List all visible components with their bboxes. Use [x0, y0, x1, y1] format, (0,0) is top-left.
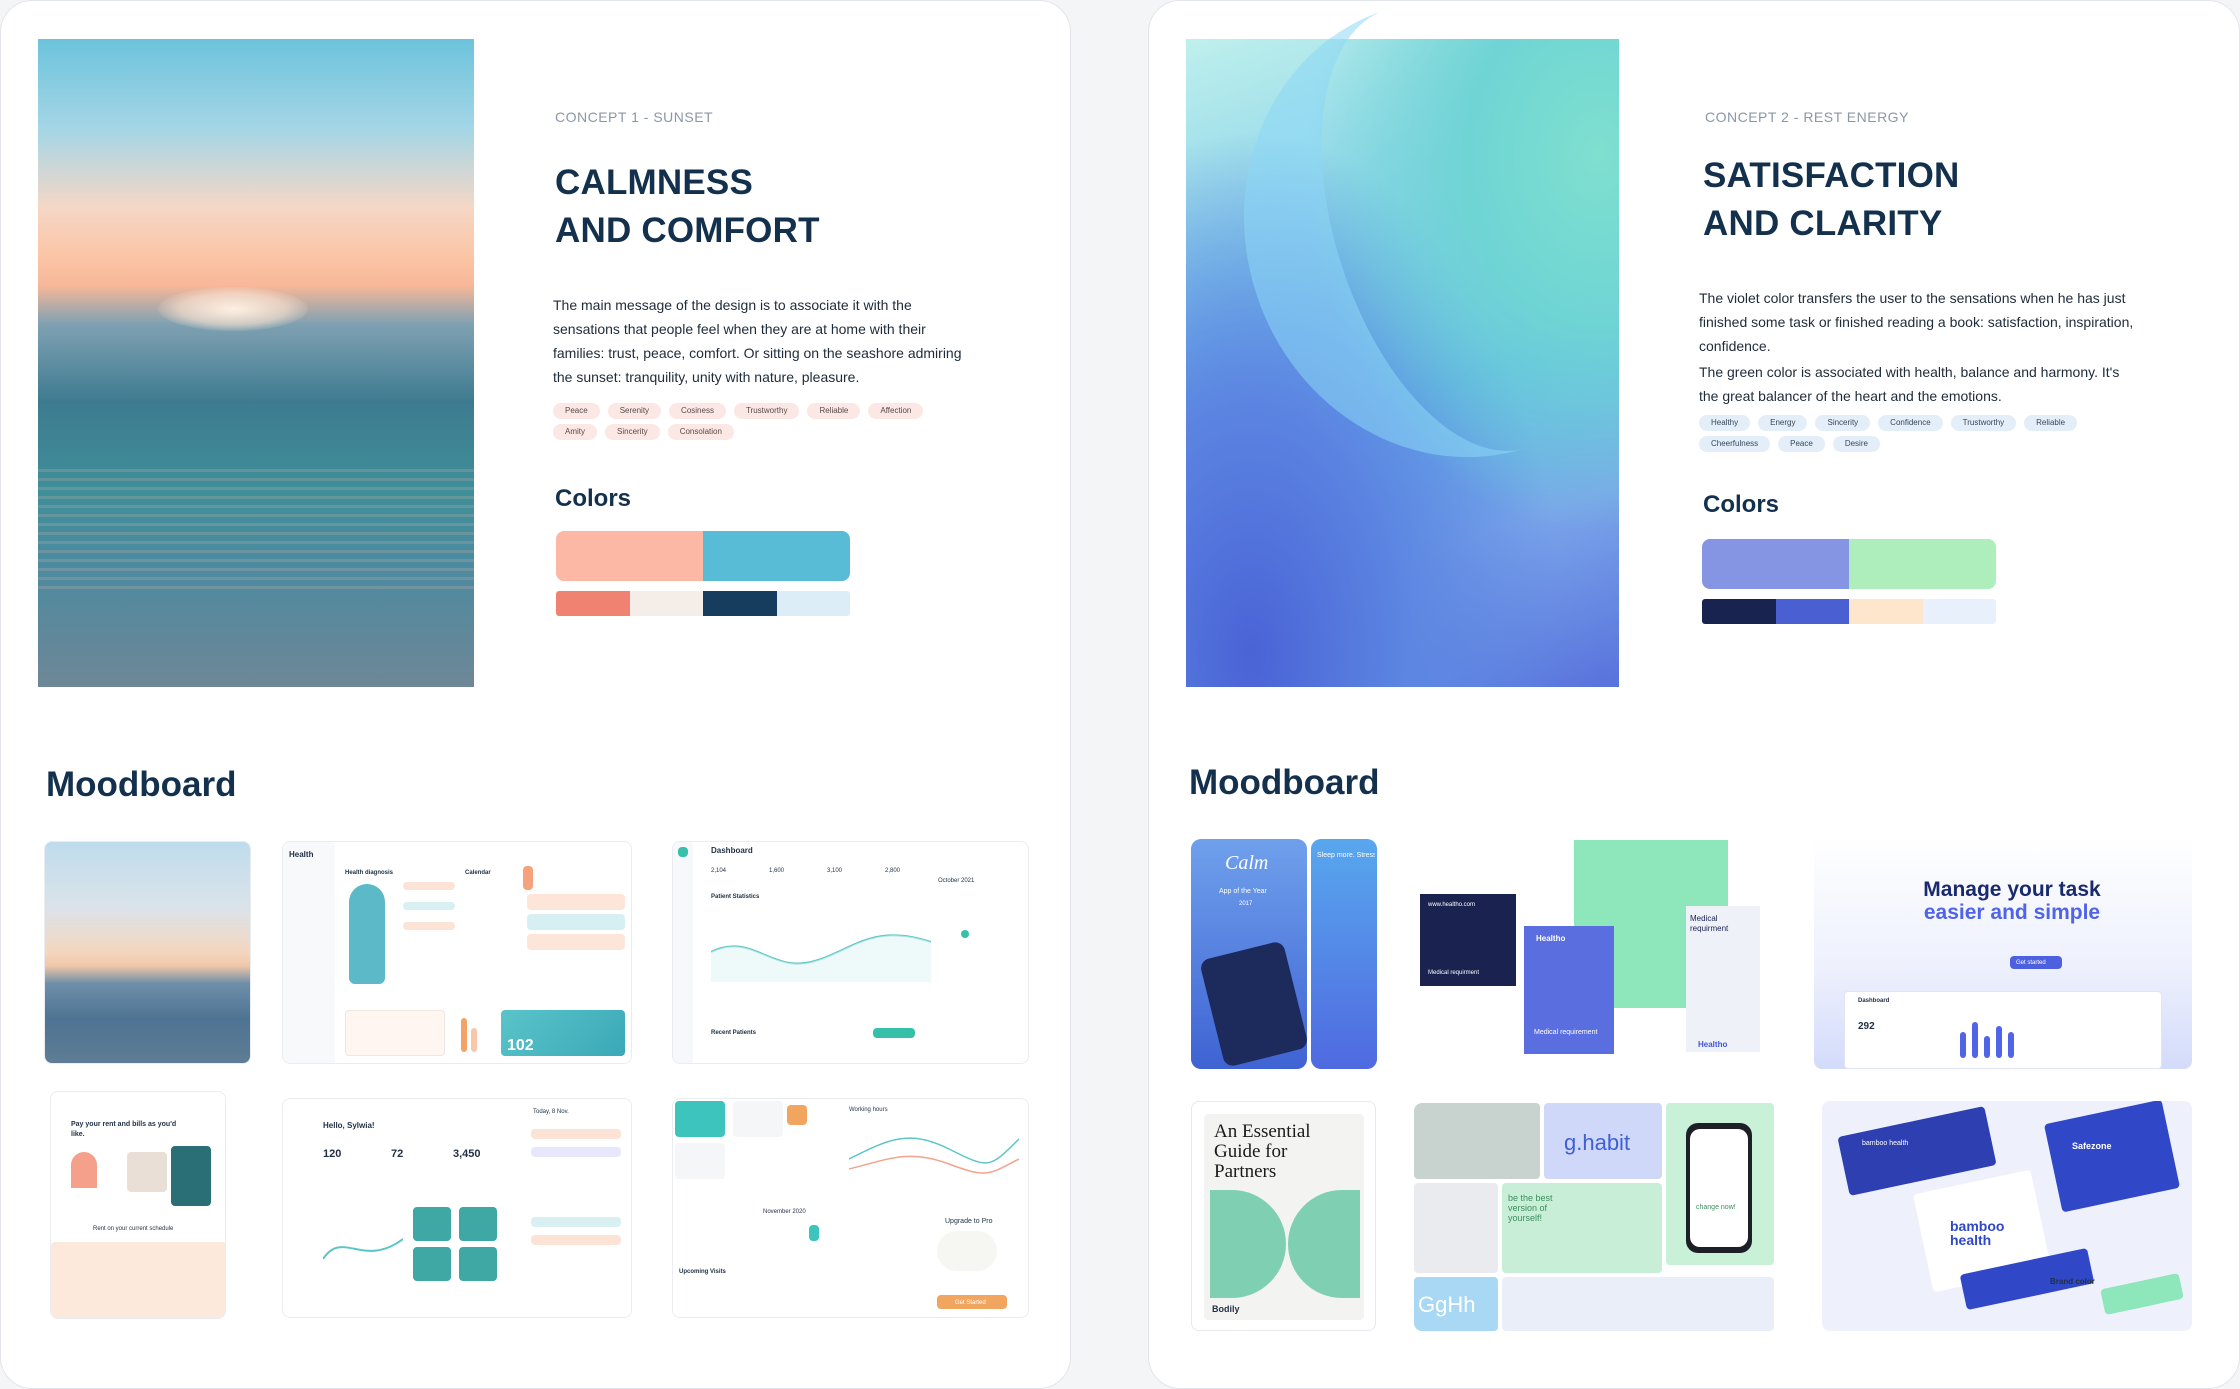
moodboard-title: Moodboard — [1189, 763, 1380, 802]
tag: Trustworthy — [733, 403, 800, 419]
tag: Reliable — [2024, 415, 2078, 431]
color-swatch — [1849, 599, 1923, 624]
colors-title: Colors — [555, 485, 632, 512]
moodboard-rent-landing: Pay your rent and bills as you'd like. R… — [50, 1091, 226, 1319]
color-swatch — [703, 531, 850, 581]
color-swatch — [556, 591, 630, 616]
color-swatch — [1849, 539, 1996, 589]
color-swatch — [629, 591, 703, 616]
moodboard-calm-app: Calm App of the Year 2017 Sleep more. St… — [1191, 839, 1377, 1069]
moodboard-bamboo-health: bamboo health Safezone bamboo health Bra… — [1822, 1101, 2192, 1331]
tag-list: Peace Serenity Cosiness Trustworthy Reliable… — [553, 403, 973, 440]
swirl-shape — [1185, 1, 1727, 513]
moodboard-healtho-brand: www.healtho.com Medical requirment Healt… — [1414, 836, 1774, 1071]
gradient-hero-image — [1185, 1, 1727, 687]
moodboard-ghabit-brand: g.habit change now! be the best version … — [1414, 1103, 1779, 1331]
color-swatch — [556, 531, 703, 581]
concept-description: The violet color transfers the user to t… — [1699, 290, 2134, 404]
tag: Cheerfulness — [1699, 436, 1771, 452]
color-swatch — [1922, 599, 1996, 624]
water-reflection — [38, 469, 474, 589]
tag: Peace — [1778, 436, 1825, 452]
moodboard-task-manager: Manage your task easier and simple Get s… — [1814, 836, 2192, 1069]
tag: Sincerity — [1815, 415, 1871, 431]
tag: Energy — [1758, 415, 1808, 431]
concept-headline: CALMNESS AND COMFORT — [555, 163, 820, 250]
concept-card-rest-energy: CONCEPT 2 - REST ENERGY SATISFACTION AND… — [1148, 0, 2240, 1389]
concept-card-sunset: CONCEPT 1 - SUNSET CALMNESS AND COMFORT … — [0, 0, 1071, 1389]
tag: Sincerity — [605, 424, 660, 440]
concept-headline: SATISFACTION AND CLARITY — [1703, 156, 1960, 243]
color-swatch — [1702, 539, 1849, 589]
concept-label: CONCEPT 1 - SUNSET — [555, 109, 714, 125]
concept-label: CONCEPT 2 - REST ENERGY — [1705, 109, 1909, 125]
color-swatch — [776, 591, 850, 616]
tag: Amity — [553, 424, 597, 440]
primary-palette — [1702, 539, 1996, 589]
colors-title: Colors — [1703, 491, 1780, 518]
patient-line-chart — [711, 934, 931, 982]
moodboard-visits-dashboard: Working hours November 2020 Upcoming Vis… — [672, 1098, 1029, 1318]
tag: Peace — [553, 403, 600, 419]
color-swatch — [1775, 599, 1849, 624]
tag: Affection — [868, 403, 924, 419]
color-swatch — [703, 591, 777, 616]
tag: Serenity — [607, 403, 662, 419]
tag: Cosiness — [669, 403, 726, 419]
tag: Trustworthy — [1950, 415, 2017, 431]
cloud-shape — [158, 287, 308, 331]
moodboard-hello-dashboard: Hello, Sylwia! 120 72 3,450 Today, 8 Nov… — [282, 1098, 632, 1318]
sunset-hero-image — [38, 39, 474, 687]
secondary-palette — [556, 591, 850, 616]
concept-description: The main message of the design is to ass… — [553, 297, 962, 385]
hello-line-chart — [323, 1238, 403, 1260]
tag: Desire — [1832, 436, 1880, 452]
color-swatch — [1702, 599, 1776, 624]
tag: Healthy — [1699, 415, 1751, 431]
moodboard-health-dashboard: Health Health diagnosis Calendar 102 — [282, 841, 632, 1064]
secondary-palette — [1702, 599, 1996, 624]
tag: Consolation — [667, 424, 734, 440]
moodboard-sea-photo — [44, 841, 251, 1064]
tag-list: Healthy Energy Sincerity Confidence Trustwor… — [1699, 415, 2139, 452]
moodboard-bodily-book: An Essential Guide for Partners Bodily — [1191, 1101, 1376, 1331]
moodboard-title: Moodboard — [46, 765, 237, 804]
tag: Reliable — [807, 403, 861, 419]
tag: Confidence — [1878, 415, 1943, 431]
primary-palette — [556, 531, 850, 581]
moodboard-patient-dashboard: Dashboard 2,104 1,600 3,100 2,800 Patien… — [672, 841, 1029, 1064]
hours-line-chart — [849, 1137, 1019, 1174]
